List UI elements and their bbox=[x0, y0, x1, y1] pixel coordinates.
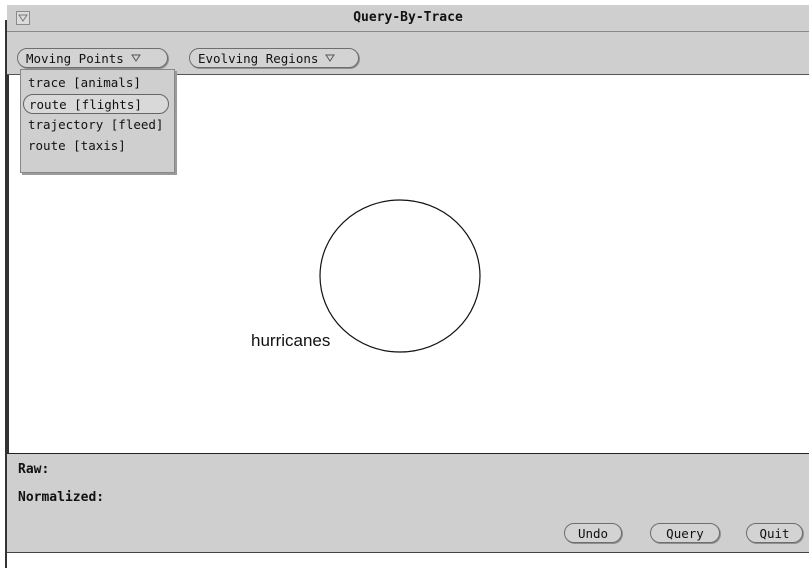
moving-points-menu-button[interactable]: Moving Points bbox=[17, 48, 168, 68]
triangle-down-icon bbox=[325, 54, 336, 62]
evolving-regions-label: Evolving Regions bbox=[198, 50, 319, 66]
triangle-down-icon bbox=[130, 54, 141, 62]
window-title: Query-By-Trace bbox=[353, 10, 463, 25]
moving-points-label: Moving Points bbox=[26, 50, 124, 66]
bottom-panel: Raw: Normalized: Undo Query Quit bbox=[7, 453, 809, 553]
moving-points-dropdown: trace [animals] route [flights] trajecto… bbox=[20, 69, 175, 173]
quit-button[interactable]: Quit bbox=[746, 523, 803, 543]
undo-button[interactable]: Undo bbox=[564, 523, 622, 543]
query-button[interactable]: Query bbox=[650, 523, 720, 543]
shape-label: hurricanes bbox=[251, 331, 331, 350]
menu-item-route-flights[interactable]: route [flights] bbox=[23, 94, 169, 114]
evolving-regions-menu-button[interactable]: Evolving Regions bbox=[189, 48, 359, 68]
menu-item-trajectory-fleed[interactable]: trajectory [fleed] bbox=[23, 115, 163, 135]
hurricane-region-shape[interactable] bbox=[319, 199, 481, 353]
query-by-trace-window: Query-By-Trace Moving Points Evolving Re… bbox=[7, 5, 809, 567]
menu-item-route-taxis[interactable]: route [taxis] bbox=[23, 136, 126, 156]
normalized-label: Normalized: bbox=[18, 490, 105, 505]
title-bar: Query-By-Trace bbox=[7, 5, 809, 32]
raw-label: Raw: bbox=[18, 462, 50, 477]
menu-item-trace-animals[interactable]: trace [animals] bbox=[23, 73, 141, 93]
